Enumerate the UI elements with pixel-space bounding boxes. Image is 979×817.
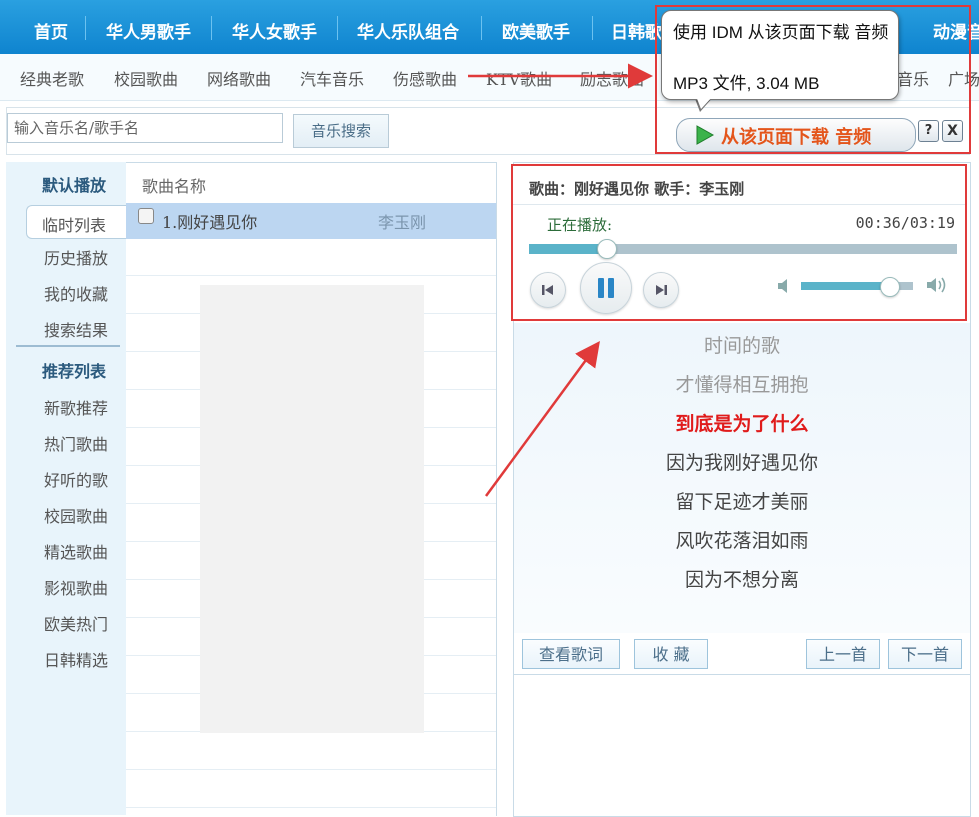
volume-high-icon[interactable]: [925, 274, 951, 296]
lyric-line: 才懂得相互拥抱: [675, 374, 809, 396]
sidebar-divider: [16, 345, 120, 347]
lyric-line: 留下足迹才美丽: [675, 491, 809, 513]
song-checkbox[interactable]: [138, 208, 154, 224]
nav-item-home[interactable]: 首页: [34, 18, 68, 43]
volume-slider[interactable]: [801, 277, 913, 297]
nav-item-western[interactable]: 欧美歌手: [502, 18, 570, 43]
nav-item-chinese-female[interactable]: 华人女歌手: [232, 18, 317, 43]
idm-download-label: 从该页面下载 音频: [721, 127, 872, 148]
search-button[interactable]: 音乐搜索: [293, 114, 389, 148]
sidebar: 默认播放 临时列表 历史播放 我的收藏 搜索结果 推荐列表 新歌推荐 热门歌曲 …: [6, 162, 129, 815]
panel-divider: [514, 674, 970, 675]
previous-track-button[interactable]: [530, 272, 566, 308]
skip-back-icon: [542, 285, 553, 295]
subnav-item-campus[interactable]: 校园歌曲: [114, 66, 178, 90]
sidebar-item-good-songs[interactable]: 好听的歌: [44, 467, 108, 491]
sidebar-item-temp-list[interactable]: 临时列表: [26, 205, 129, 239]
now-playing-info: 歌曲：刚好遇见你 歌手：李玉刚: [529, 180, 745, 198]
progress-bar[interactable]: [529, 239, 957, 259]
sidebar-item-film-songs[interactable]: 影视歌曲: [44, 575, 108, 599]
lyric-line: 到底是为了什么: [675, 413, 809, 435]
pause-button[interactable]: [580, 262, 632, 314]
view-lyrics-button[interactable]: 查看歌词: [522, 639, 620, 669]
playback-time: 00:36/03:19: [855, 214, 955, 232]
subnav-item-inspire[interactable]: 励志歌曲: [580, 66, 644, 90]
sidebar-item-history[interactable]: 历史播放: [44, 245, 108, 269]
nav-item-bands[interactable]: 华人乐队组合: [357, 18, 459, 43]
playback-status: 正在播放:: [547, 216, 613, 234]
search-input[interactable]: [7, 113, 283, 143]
sidebar-item-selected-songs[interactable]: 精选歌曲: [44, 539, 108, 563]
nav-separator: [481, 16, 482, 40]
player-controls: 歌曲：刚好遇见你 歌手：李玉刚 正在播放: 00:36/03:19: [511, 164, 967, 321]
song-list: 歌曲名称 1.刚好遇见你 李玉刚: [126, 162, 497, 816]
sidebar-item-jpkr-picks[interactable]: 日韩精选: [44, 647, 108, 671]
idm-download-button[interactable]: 从该页面下载 音频: [676, 118, 916, 152]
subnav-item-ktv[interactable]: KTV歌曲: [486, 66, 552, 90]
sidebar-heading-recommend: 推荐列表: [42, 362, 107, 381]
sidebar-item-western-hot[interactable]: 欧美热门: [44, 611, 108, 635]
row-divider: [126, 275, 496, 276]
progress-handle[interactable]: [597, 239, 618, 259]
sidebar-item-campus-songs[interactable]: 校园歌曲: [44, 503, 108, 527]
skip-forward-icon: [656, 285, 667, 295]
song-singer[interactable]: 李玉刚: [378, 209, 426, 233]
nav-separator: [85, 16, 86, 40]
song-list-header: 歌曲名称: [126, 163, 496, 201]
lyric-line: 风吹花落泪如雨: [675, 530, 809, 552]
play-arrow-icon: [696, 125, 715, 145]
lyric-line: 时间的歌: [703, 335, 780, 357]
song-row[interactable]: 1.刚好遇见你 李玉刚: [126, 203, 496, 239]
subnav-item-car[interactable]: 汽车音乐: [300, 66, 364, 90]
idm-help-button[interactable]: ?: [918, 120, 939, 142]
subnav-item-sad[interactable]: 伤感歌曲: [393, 66, 457, 90]
song-name[interactable]: 1.刚好遇见你: [162, 209, 257, 233]
sidebar-item-hot-songs[interactable]: 热门歌曲: [44, 431, 108, 455]
pause-icon: [598, 278, 614, 298]
nav-separator: [337, 16, 338, 40]
row-divider: [126, 807, 496, 808]
row-divider: [126, 769, 496, 770]
prev-song-button[interactable]: 上一首: [806, 639, 880, 669]
idm-close-button[interactable]: X: [942, 120, 963, 142]
sidebar-heading-default: 默认播放: [42, 176, 107, 195]
sidebar-item-search-results[interactable]: 搜索结果: [44, 317, 108, 341]
column-header-song-name: 歌曲名称: [142, 177, 207, 196]
subnav-item-classic[interactable]: 经典老歌: [20, 66, 84, 90]
progress-fill: [529, 244, 607, 254]
nav-separator: [211, 16, 212, 40]
lyric-line: 因为不想分离: [684, 569, 799, 591]
lyric-line: 因为我刚好遇见你: [665, 452, 818, 474]
lyrics-area: 时间的歌 才懂得相互拥抱 到底是为了什么 因为我刚好遇见你 留下足迹才美丽 风吹…: [514, 323, 970, 633]
idm-tooltip: 使用 IDM 从该页面下载 音频 MP3 文件, 3.04 MB: [661, 10, 899, 100]
next-track-button[interactable]: [643, 272, 679, 308]
nav-item-chinese-male[interactable]: 华人男歌手: [106, 18, 191, 43]
idm-tooltip-title: 使用 IDM 从该页面下载 音频: [673, 23, 889, 42]
idm-tooltip-file-info: MP3 文件, 3.04 MB: [673, 74, 820, 93]
sidebar-item-label: 临时列表: [42, 216, 107, 235]
volume-handle[interactable]: [880, 277, 901, 297]
sidebar-item-new-songs[interactable]: 新歌推荐: [44, 395, 108, 419]
nav-separator: [592, 16, 593, 40]
ad-placeholder: [200, 285, 424, 733]
next-song-button[interactable]: 下一首: [888, 639, 962, 669]
favorite-button[interactable]: 收 藏: [634, 639, 708, 669]
player-divider: [513, 204, 965, 205]
volume-low-icon[interactable]: [775, 276, 791, 296]
tooltip-tail-inner: [696, 96, 713, 109]
subnav-item-internet[interactable]: 网络歌曲: [207, 66, 271, 90]
sidebar-item-favorites[interactable]: 我的收藏: [44, 281, 108, 305]
